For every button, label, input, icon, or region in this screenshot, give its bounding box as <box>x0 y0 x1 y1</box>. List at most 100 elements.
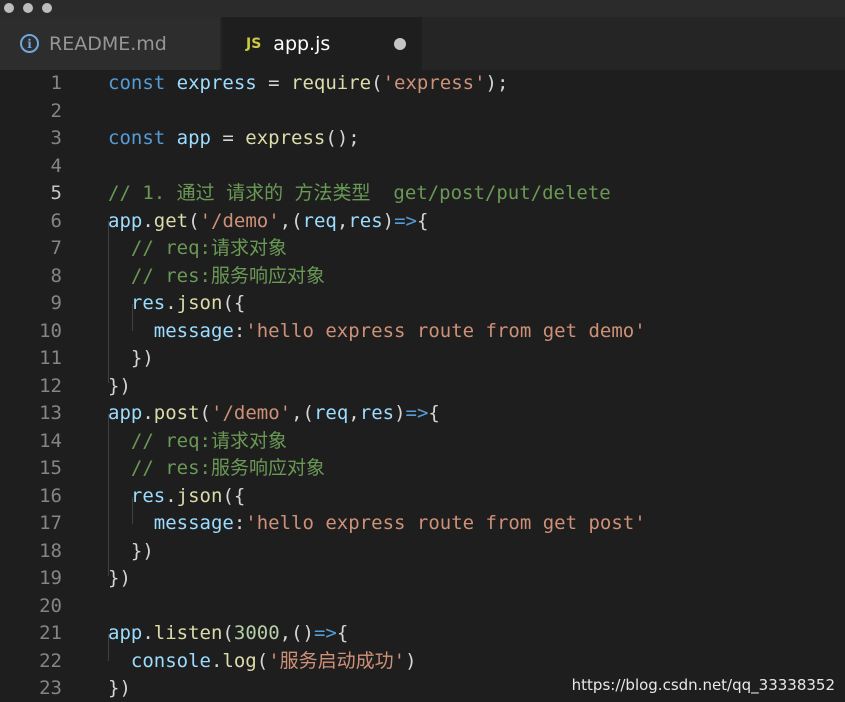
code-token: res <box>130 484 166 507</box>
info-icon: i <box>20 34 39 53</box>
code-token: 'express' <box>382 72 486 94</box>
line-number: 17 <box>39 512 62 534</box>
watermark-url: https://blog.csdn.net/qq_33338352 <box>571 676 835 694</box>
line-number: 3 <box>50 127 62 149</box>
tab-readme-label: README.md <box>49 32 167 55</box>
line-number: 12 <box>39 374 62 397</box>
code-token: require <box>291 72 372 94</box>
code-line[interactable]: 14 // req:请求对象 <box>0 428 845 455</box>
code-token: ( <box>371 72 383 94</box>
code-token: ( <box>188 209 200 232</box>
code-text: app.listen(3000,()=>{ <box>108 620 348 647</box>
code-line[interactable]: 12}) <box>0 373 845 400</box>
code-text: // res:服务响应对象 <box>108 455 325 482</box>
code-token: { <box>416 209 429 232</box>
code-token: console <box>130 649 211 672</box>
window-close-button[interactable] <box>4 3 14 13</box>
code-token: , <box>336 209 349 232</box>
code-token: }) <box>108 539 154 562</box>
code-line[interactable]: 15 // res:服务响应对象 <box>0 455 845 482</box>
code-token: , <box>348 402 360 424</box>
code-token: json <box>176 484 223 507</box>
code-token: // req:请求对象 <box>130 237 287 259</box>
code-token: }) <box>108 374 131 397</box>
code-token: json <box>176 292 223 314</box>
code-token: message <box>153 319 234 342</box>
code-token: res <box>348 209 383 232</box>
code-text: message:'hello express route from get po… <box>108 510 646 537</box>
code-line[interactable]: 11 }) <box>0 345 845 372</box>
code-token: ) <box>394 402 406 424</box>
code-line[interactable]: 8 // res:服务响应对象 <box>0 263 845 290</box>
code-token: : <box>233 319 246 342</box>
code-line[interactable]: 16 res.json({ <box>0 483 845 510</box>
window-minimize-button[interactable] <box>23 3 33 13</box>
code-text: app.get('/demo',(req,res)=>{ <box>108 208 428 235</box>
line-number: 7 <box>50 237 62 259</box>
code-token: // 1. 通过 请求的 方法类型 get/post/put/delete <box>108 182 611 204</box>
code-token: ); <box>485 72 509 94</box>
code-text: // 1. 通过 请求的 方法类型 get/post/put/delete <box>108 180 611 207</box>
editor-tab-bar: i README.md JS app.js <box>0 17 845 70</box>
code-token: => <box>405 402 429 424</box>
code-text: const express = require('express'); <box>108 70 508 97</box>
code-line[interactable]: 20 <box>0 593 845 620</box>
code-token: const <box>108 72 177 94</box>
code-line[interactable]: 4 <box>0 153 845 180</box>
code-line[interactable]: 18 }) <box>0 538 845 565</box>
code-token: ( <box>199 402 211 424</box>
code-token: log <box>222 649 257 672</box>
code-token: { <box>428 402 440 424</box>
code-token: 3000 <box>233 622 280 644</box>
code-line[interactable]: 10 message:'hello express route from get… <box>0 318 845 345</box>
line-number: 13 <box>39 402 62 424</box>
code-token: app <box>176 127 211 149</box>
line-number: 5 <box>50 182 62 204</box>
code-text: res.json({ <box>108 290 245 317</box>
code-text: // req:请求对象 <box>108 235 287 262</box>
code-line[interactable]: 22 console.log('服务启动成功') <box>0 648 845 675</box>
line-number: 1 <box>50 72 62 94</box>
code-line[interactable]: 6 app.get('/demo',(req,res)=>{ <box>0 208 845 235</box>
code-text: res.json({ <box>108 483 245 510</box>
line-number: 18 <box>39 539 62 562</box>
code-token: ( <box>256 649 269 672</box>
window-zoom-button[interactable] <box>42 3 52 13</box>
code-token: const <box>108 127 177 149</box>
line-number: 21 <box>39 622 62 644</box>
tab-app-js[interactable]: JS app.js <box>222 17 422 70</box>
tab-readme[interactable]: i README.md <box>0 17 220 70</box>
code-line[interactable]: 19}) <box>0 565 845 592</box>
code-line[interactable]: 7 // req:请求对象 <box>0 235 845 262</box>
code-text: }) <box>108 565 131 592</box>
code-line[interactable]: 9 res.json({ <box>0 290 845 317</box>
code-line[interactable]: 17 message:'hello express route from get… <box>0 510 845 537</box>
code-line[interactable]: 1 const express = require('express'); <box>0 70 845 97</box>
code-line[interactable]: 21 app.listen(3000,()=>{ <box>0 620 845 647</box>
code-token: // req:请求对象 <box>130 429 287 452</box>
line-number: 20 <box>39 594 62 617</box>
line-number: 4 <box>50 154 62 177</box>
code-token: app <box>108 622 143 644</box>
line-number: 9 <box>50 292 62 314</box>
code-text: }) <box>108 538 154 565</box>
code-token: '服务启动成功' <box>268 649 406 672</box>
code-token: express <box>245 127 326 149</box>
code-token: post <box>153 402 200 424</box>
code-token: 'hello express route from get demo' <box>245 319 646 342</box>
code-token: express <box>176 72 257 94</box>
code-token: = <box>210 127 246 149</box>
code-token: app <box>108 402 143 424</box>
code-line[interactable]: 5 // 1. 通过 请求的 方法类型 get/post/put/delete <box>0 180 845 207</box>
code-line[interactable]: 13 app.post('/demo',(req,res)=>{ <box>0 400 845 427</box>
code-line[interactable]: 2 <box>0 98 845 125</box>
code-line[interactable]: 3 const app = express(); <box>0 125 845 152</box>
code-token: ) <box>382 209 395 232</box>
unsaved-changes-dot-icon[interactable] <box>394 38 406 50</box>
line-number: 15 <box>39 457 62 479</box>
code-token: . <box>165 292 177 314</box>
code-editor[interactable]: 1 const express = require('express'); 2 3 co… <box>0 70 845 702</box>
code-token: . <box>142 622 154 644</box>
